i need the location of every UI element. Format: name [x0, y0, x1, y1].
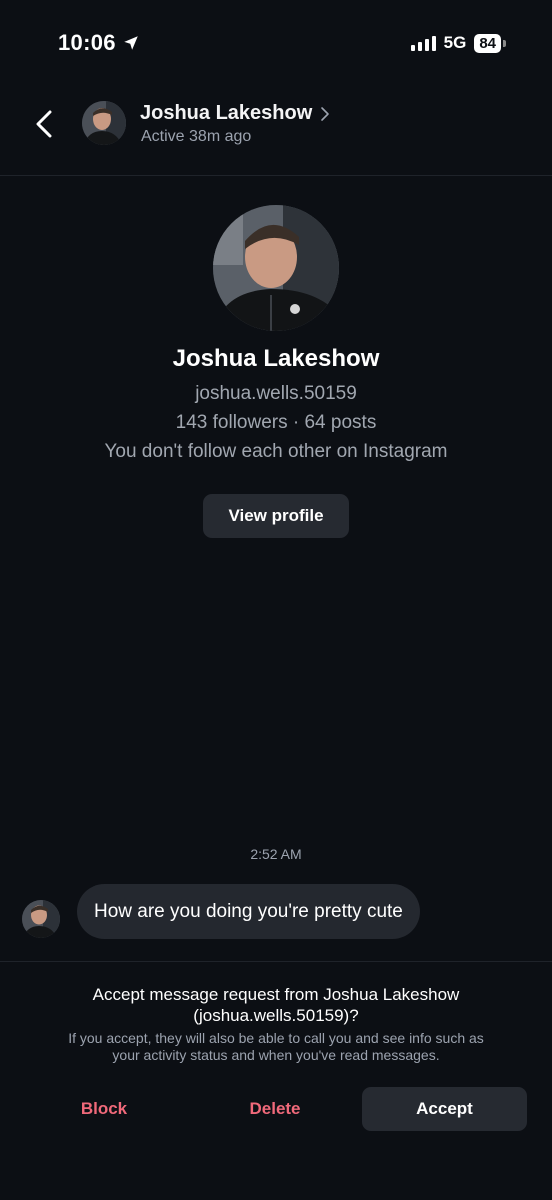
profile-avatar[interactable]	[213, 205, 339, 331]
accept-button[interactable]: Accept	[362, 1087, 527, 1131]
follow-status: You don't follow each other on Instagram	[104, 441, 448, 462]
status-time-text: 10:06	[58, 30, 116, 55]
cellular-signal-icon	[410, 35, 436, 51]
header-name-button[interactable]: Joshua Lakeshow	[140, 102, 330, 125]
status-bar-indicators: 5G 84	[410, 33, 506, 53]
chevron-left-icon	[36, 110, 52, 138]
delete-button[interactable]: Delete	[200, 1087, 350, 1131]
header-avatar[interactable]	[82, 101, 126, 145]
request-actions: Block Delete Accept	[0, 1087, 552, 1131]
avatar-photo	[22, 900, 60, 938]
request-title-line: (joshua.wells.50159)?	[193, 1006, 359, 1025]
header-divider	[0, 175, 552, 176]
request-description-line: your activity status and when you've rea…	[112, 1047, 440, 1063]
network-type: 5G	[443, 33, 467, 52]
profile-name: Joshua Lakeshow	[172, 345, 380, 372]
active-status: Active 38m ago	[141, 128, 252, 145]
view-profile-button[interactable]: View profile	[203, 494, 349, 538]
block-button[interactable]: Block	[30, 1087, 178, 1131]
request-title-line: Accept message request from Joshua Lakes…	[92, 985, 460, 1004]
request-description: If you accept, they will also be able to…	[25, 1030, 527, 1064]
profile-stats: 143 followers · 64 posts	[175, 412, 377, 433]
profile-username: joshua.wells.50159	[195, 383, 357, 404]
battery-level: 84	[474, 33, 501, 53]
battery-icon: 84	[474, 33, 506, 53]
status-bar-time: 10:06	[58, 30, 140, 56]
location-arrow-icon	[124, 36, 138, 50]
message-avatar[interactable]	[22, 900, 60, 938]
header-name: Joshua Lakeshow	[140, 102, 313, 124]
message-timestamp: 2:52 AM	[250, 846, 302, 862]
request-description-line: If you accept, they will also be able to…	[68, 1030, 484, 1046]
request-title: Accept message request from Joshua Lakes…	[0, 984, 552, 1026]
request-divider	[0, 961, 552, 962]
avatar-photo	[82, 101, 126, 145]
back-button[interactable]	[30, 104, 58, 144]
avatar-photo	[213, 205, 339, 331]
message-bubble[interactable]: How are you doing you're pretty cute	[77, 884, 420, 939]
chevron-right-icon	[321, 106, 330, 121]
message-text: How are you doing you're pretty cute	[94, 900, 403, 922]
